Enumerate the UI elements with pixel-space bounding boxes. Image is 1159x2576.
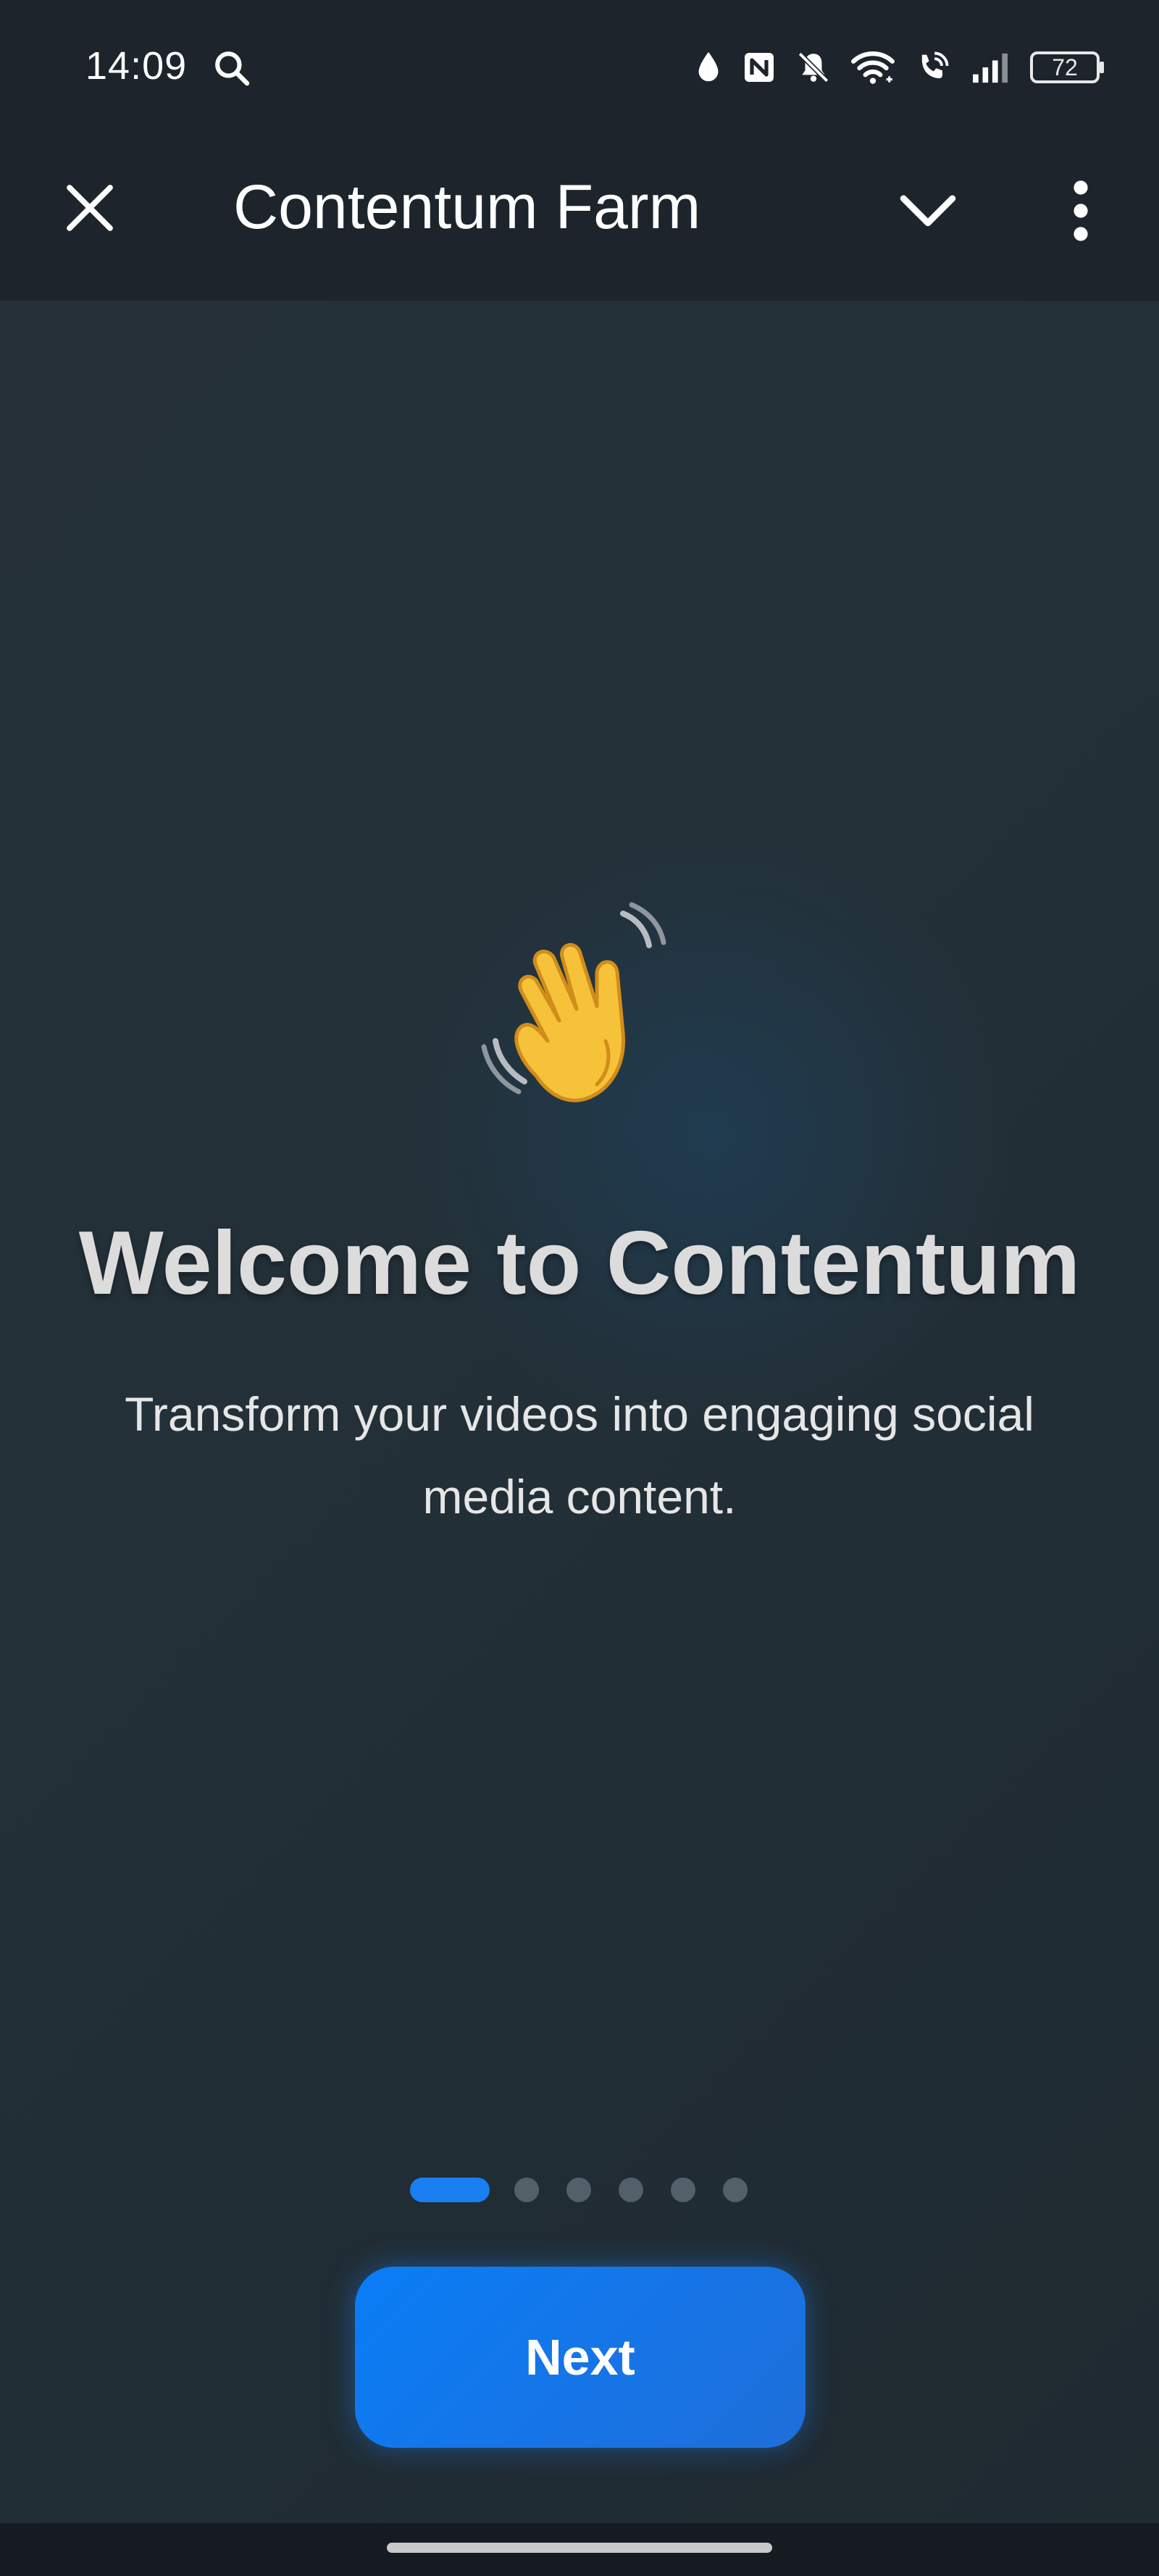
welcome-title: Welcome to Contentum [78,1213,1081,1313]
page-dot-1[interactable] [410,2178,490,2202]
onboarding-content: Welcome to Contentum Transform your vide… [0,301,1159,2523]
status-time: 14:09 [85,44,188,88]
app-bar: Contentum Farm [0,134,1159,301]
nfc-icon [745,53,774,82]
battery-icon: 72 [1030,51,1104,83]
close-icon[interactable] [59,177,120,238]
onboarding-screen: 14:09 72 Contentum Farm Welcome to Conte… [0,0,1159,2576]
navigation-bar [0,2523,1159,2576]
water-drop-icon [698,51,719,82]
status-icons: 72 [694,42,1104,93]
wifi-icon [851,51,895,84]
page-dot-3[interactable] [566,2178,591,2202]
wifi-calling-icon [921,51,949,79]
page-dot-5[interactable] [671,2178,695,2202]
chevron-down-icon[interactable] [895,180,961,238]
bell-muted-icon [798,51,829,83]
page-dot-2[interactable] [514,2178,539,2202]
next-button[interactable]: Next [355,2267,806,2448]
welcome-subtitle: Transform your videos into engaging soci… [125,1387,1034,1523]
app-title: Contentum Farm [233,172,701,242]
page-indicator [410,2175,775,2204]
signal-icon [973,53,1008,83]
waving-hand-icon [481,902,666,1103]
battery-level: 72 [1052,54,1078,80]
search-icon [215,51,250,86]
more-vert-icon[interactable] [1059,176,1102,246]
status-bar: 14:09 72 [0,0,1159,134]
page-dot-6[interactable] [723,2178,748,2202]
page-dot-4[interactable] [619,2178,643,2202]
home-indicator[interactable] [387,2543,772,2553]
